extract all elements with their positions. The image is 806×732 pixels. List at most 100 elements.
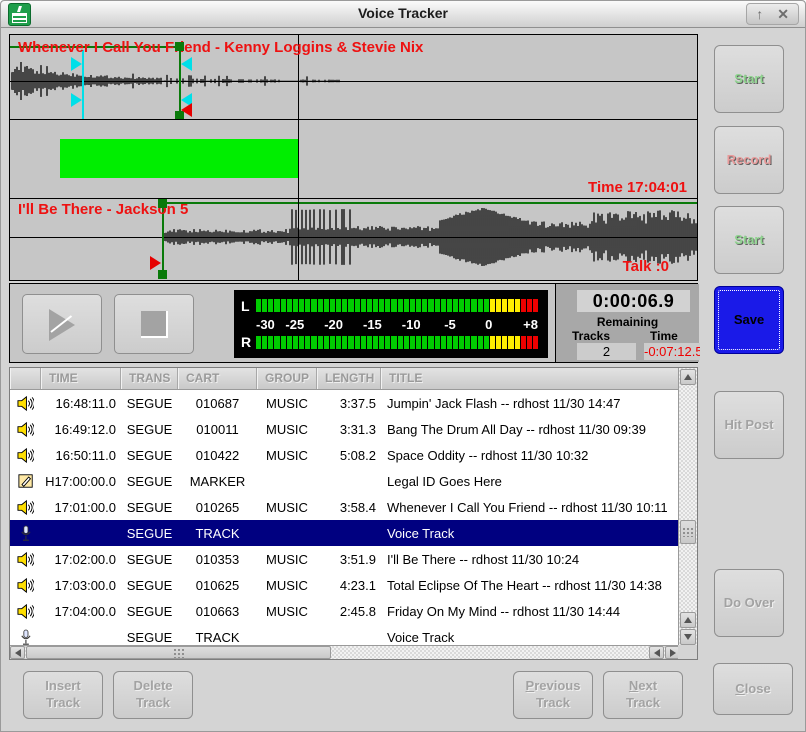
stop-button[interactable] xyxy=(114,294,194,354)
track2-start-handle-bottom[interactable] xyxy=(158,270,167,279)
up-arrow-icon xyxy=(684,617,692,623)
save-button[interactable]: Save xyxy=(714,286,784,354)
tracks-remaining-value: 2 xyxy=(577,343,636,360)
track2-start-handle-top[interactable] xyxy=(158,199,167,208)
stop-icon xyxy=(141,311,168,338)
cue-marker-left-icon[interactable] xyxy=(181,57,192,71)
play-icon xyxy=(49,309,75,341)
scroll-left-button-2[interactable] xyxy=(649,646,664,659)
vu-bar-left xyxy=(256,299,538,312)
col-time: TIME xyxy=(41,368,121,389)
col-trans: TRANS xyxy=(121,368,178,389)
shade-icon[interactable]: ↑ xyxy=(756,7,763,21)
talk-time-label: Talk :0 xyxy=(623,258,669,275)
horizontal-scrollbar[interactable] xyxy=(10,645,680,659)
hit-post-button[interactable]: Hit Post xyxy=(714,391,784,459)
table-row[interactable]: 17:03:00.0SEGUE010625MUSIC4:23.1Total Ec… xyxy=(10,572,680,598)
waveform-1 xyxy=(11,61,341,101)
do-over-button[interactable]: Do Over xyxy=(714,569,784,637)
close-window-icon[interactable]: ✕ xyxy=(777,7,789,21)
window-controls: ↑ ✕ xyxy=(746,3,799,25)
left-arrow-icon xyxy=(15,649,21,657)
down-arrow-icon xyxy=(684,634,692,640)
speaker-icon xyxy=(10,574,41,597)
time-label: Time xyxy=(650,329,678,343)
insert-track-button[interactable]: InsertTrack xyxy=(23,671,103,719)
up-arrow-icon xyxy=(684,374,692,380)
waveform-2 xyxy=(164,207,697,267)
col-group: GROUP xyxy=(257,368,317,389)
waveform-deck[interactable]: Whenever I Call You Friend - Kenny Loggi… xyxy=(9,34,698,281)
track2-band[interactable]: I'll Be There - Jackson 5 Talk :0 xyxy=(10,199,697,279)
table-row[interactable]: 16:49:12.0SEGUE010011MUSIC3:31.3Bang The… xyxy=(10,416,680,442)
table-row[interactable]: 16:50:11.0SEGUE010422MUSIC5:08.2Space Od… xyxy=(10,442,680,468)
record-button[interactable]: Record xyxy=(714,126,784,194)
scrollbar-corner xyxy=(678,645,697,659)
voice-tracker-window: Voice Tracker ↑ ✕ Whenever I Call You Fr… xyxy=(0,0,806,732)
cue-marker-right-icon[interactable] xyxy=(71,57,82,71)
col-cart: CART xyxy=(178,368,257,389)
elapsed-time-display: 0:00:06.9 xyxy=(577,290,690,312)
tracks-label: Tracks xyxy=(572,329,610,343)
vu-scale: -30-25-20-15-10-50+8 xyxy=(256,317,538,332)
segue-marker-right-icon[interactable] xyxy=(150,256,161,270)
window-title: Voice Tracker xyxy=(1,5,805,21)
col-title: TITLE xyxy=(381,368,680,389)
scroll-left-button[interactable] xyxy=(10,646,25,659)
time-remaining-value: -0:07:12.5 xyxy=(644,343,700,360)
deck-divider xyxy=(298,35,299,280)
vu-right-label: R xyxy=(241,334,251,350)
vu-left-label: L xyxy=(241,298,250,314)
play-button[interactable] xyxy=(22,294,102,354)
table-row[interactable]: 16:48:11.0SEGUE010687MUSIC3:37.5Jumpin' … xyxy=(10,390,680,416)
track1-band[interactable]: Whenever I Call You Friend - Kenny Loggi… xyxy=(10,35,697,120)
track-start-handle-top[interactable] xyxy=(175,42,184,51)
previous-track-button[interactable]: PreviousTrack xyxy=(513,671,593,719)
track1-title: Whenever I Call You Friend - Kenny Loggi… xyxy=(18,39,423,56)
marker-icon xyxy=(10,470,41,492)
remaining-panel: 0:00:06.9 Remaining Tracks Time 2 -0:07:… xyxy=(555,284,699,362)
voice-track-region[interactable] xyxy=(60,139,298,178)
vertical-scrollbar[interactable] xyxy=(678,368,697,645)
vertical-scroll-thumb[interactable] xyxy=(680,520,696,544)
deck-time-label: Time 17:04:01 xyxy=(588,179,687,196)
speaker-icon xyxy=(10,418,41,441)
mic-icon xyxy=(10,626,41,646)
left-arrow-icon xyxy=(654,649,660,657)
table-row[interactable]: SEGUETRACKVoice Track xyxy=(10,624,680,645)
close-button[interactable]: Close xyxy=(713,663,793,715)
remaining-label: Remaining xyxy=(556,315,699,329)
speaker-icon xyxy=(10,600,41,623)
table-row[interactable]: H17:00:00.0SEGUEMARKERLegal ID Goes Here xyxy=(10,468,680,494)
table-row[interactable]: 17:04:00.0SEGUE010663MUSIC2:45.8Friday O… xyxy=(10,598,680,624)
vu-bar-right xyxy=(256,336,538,349)
vu-meter: L -30-25-20-15-10-50+8 R xyxy=(234,290,548,358)
next-track-button[interactable]: NextTrack xyxy=(603,671,683,719)
table-row[interactable]: 17:02:00.0SEGUE010353MUSIC3:51.9I'll Be … xyxy=(10,546,680,572)
speaker-icon xyxy=(10,496,41,519)
speaker-icon xyxy=(10,548,41,571)
playout-cursor[interactable] xyxy=(82,50,84,120)
table-row[interactable]: 17:01:00.0SEGUE010265MUSIC3:58.4Whenever… xyxy=(10,494,680,520)
scroll-up-button[interactable] xyxy=(680,369,696,385)
right-arrow-icon xyxy=(670,649,676,657)
speaker-icon xyxy=(10,392,41,415)
table-row[interactable]: SEGUETRACKVoice Track xyxy=(10,520,680,546)
scroll-down-button[interactable] xyxy=(680,629,696,645)
track2-rail-line xyxy=(162,202,697,204)
speaker-icon xyxy=(10,444,41,467)
horizontal-scroll-thumb[interactable] xyxy=(26,646,331,659)
titlebar[interactable]: Voice Tracker ↑ ✕ xyxy=(1,1,805,28)
scroll-up-button-2[interactable] xyxy=(680,612,696,628)
col-length: LENGTH xyxy=(317,368,381,389)
table-header: TIME TRANS CART GROUP LENGTH TITLE xyxy=(10,368,680,390)
delete-track-button[interactable]: DeleteTrack xyxy=(113,671,193,719)
start-button-bottom[interactable]: Start xyxy=(714,206,784,274)
voicetrack-band[interactable]: Time 17:04:01 xyxy=(10,120,697,199)
mic-icon xyxy=(10,522,41,545)
start-button-top[interactable]: Start xyxy=(714,45,784,113)
segue-marker-left-icon[interactable] xyxy=(181,103,192,117)
cue-marker-right-icon[interactable] xyxy=(71,93,82,107)
log-list: TIME TRANS CART GROUP LENGTH TITLE 16:48… xyxy=(9,367,698,660)
col-icon xyxy=(10,368,41,389)
